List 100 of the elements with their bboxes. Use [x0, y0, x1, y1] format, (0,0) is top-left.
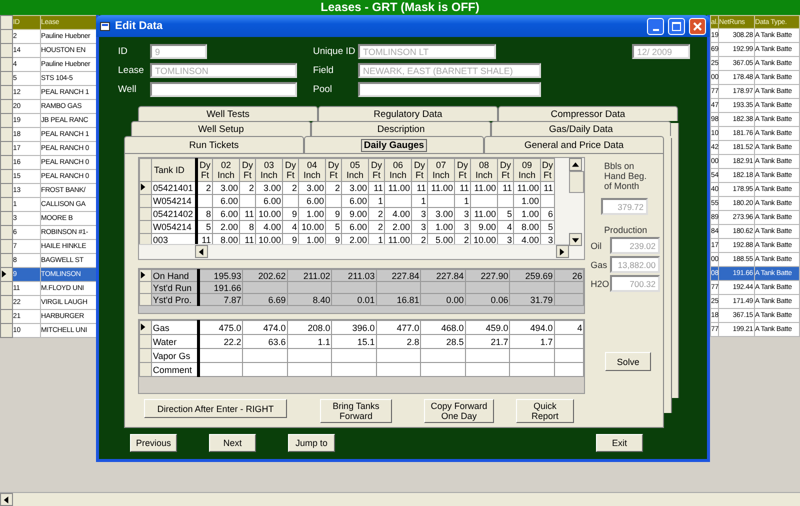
- table-cell[interactable]: 16.81: [376, 294, 421, 306]
- tab[interactable]: Well Tests: [138, 106, 318, 121]
- table-cell[interactable]: [332, 282, 376, 294]
- table-cell[interactable]: 21.7: [465, 334, 510, 348]
- minimize-button[interactable]: [647, 18, 664, 34]
- table-cell[interactable]: 474.0: [242, 320, 288, 334]
- table-cell[interactable]: [242, 282, 288, 294]
- close-button[interactable]: [689, 18, 706, 34]
- table-cell[interactable]: [420, 348, 466, 362]
- table-cell[interactable]: 31.79: [510, 294, 554, 306]
- table-cell[interactable]: 63.6: [242, 334, 288, 348]
- tab[interactable]: Gas/Daily Data: [491, 121, 671, 136]
- action-button[interactable]: Bring Tanks Forward: [320, 399, 392, 423]
- table-cell[interactable]: 8.40: [287, 294, 332, 306]
- row-selector[interactable]: [140, 320, 152, 334]
- table-cell[interactable]: [465, 348, 510, 362]
- scroll-thumb[interactable]: [569, 171, 584, 193]
- scroll-left-button[interactable]: [0, 493, 13, 506]
- table-cell[interactable]: 28.5: [420, 334, 466, 348]
- row-selector[interactable]: [0, 268, 12, 282]
- action-button[interactable]: Direction After Enter - RIGHT: [144, 399, 287, 418]
- table-cell[interactable]: 1.7: [510, 334, 554, 348]
- table-cell[interactable]: 05421402: [152, 208, 196, 220]
- row-selector[interactable]: [140, 270, 152, 282]
- table-cell[interactable]: [510, 362, 554, 376]
- table-cell[interactable]: [465, 362, 510, 376]
- table-cell[interactable]: [242, 362, 288, 376]
- table-cell[interactable]: [420, 282, 466, 294]
- table-cell[interactable]: W054214: [152, 220, 196, 234]
- tab[interactable]: Run Tickets: [124, 136, 304, 153]
- table-cell[interactable]: [332, 348, 376, 362]
- nav-button[interactable]: Jump to: [288, 434, 335, 452]
- table-cell[interactable]: 0.01: [332, 294, 376, 306]
- action-button[interactable]: Quick Report: [516, 399, 574, 423]
- table-cell[interactable]: 211.02: [287, 270, 332, 282]
- table-cell[interactable]: [287, 282, 332, 294]
- table-cell[interactable]: [510, 348, 554, 362]
- table-cell[interactable]: On Hand: [151, 270, 198, 282]
- table-cell[interactable]: 05421401: [152, 182, 196, 194]
- action-button[interactable]: Copy Forward One Day: [424, 399, 494, 423]
- scroll-right-button[interactable]: [556, 245, 570, 258]
- table-cell[interactable]: 0.06: [465, 294, 510, 306]
- table-cell[interactable]: 227.84: [420, 270, 466, 282]
- table-cell[interactable]: Comment: [151, 362, 198, 376]
- table-cell[interactable]: W054214: [152, 194, 196, 208]
- table-cell[interactable]: Vapor Gs: [151, 348, 198, 362]
- row-selector[interactable]: [140, 182, 152, 194]
- table-cell[interactable]: 6.69: [242, 294, 288, 306]
- table-cell[interactable]: 211.03: [332, 270, 376, 282]
- table-cell[interactable]: [376, 362, 421, 376]
- tab[interactable]: General and Price Data: [484, 136, 664, 153]
- table-cell[interactable]: 202.62: [242, 270, 288, 282]
- input-field[interactable]: [358, 82, 541, 97]
- table-cell[interactable]: 259.69: [510, 270, 554, 282]
- table-cell[interactable]: 477.0: [376, 320, 421, 334]
- table-cell[interactable]: 475.0: [198, 320, 243, 334]
- exit-button[interactable]: Exit: [596, 434, 643, 452]
- table-cell[interactable]: 2.8: [376, 334, 421, 348]
- table-cell[interactable]: 396.0: [332, 320, 376, 334]
- tab[interactable]: Description: [311, 121, 491, 136]
- solve-button[interactable]: Solve: [605, 352, 652, 371]
- table-cell[interactable]: Yst'd Run: [151, 282, 198, 294]
- table-cell[interactable]: 26: [554, 270, 584, 282]
- tab[interactable]: Regulatory Data: [318, 106, 498, 121]
- table-cell[interactable]: 494.0: [510, 320, 554, 334]
- table-cell[interactable]: 227.90: [465, 270, 510, 282]
- table-cell[interactable]: 0.00: [420, 294, 466, 306]
- tab[interactable]: Daily Gauges: [304, 136, 484, 153]
- nav-button[interactable]: Previous: [130, 434, 177, 452]
- table-cell[interactable]: 15.1: [332, 334, 376, 348]
- table-cell[interactable]: [420, 362, 466, 376]
- table-cell[interactable]: 459.0: [465, 320, 510, 334]
- table-cell[interactable]: 195.93: [198, 270, 243, 282]
- vertical-scrollbar[interactable]: [569, 158, 584, 246]
- scroll-left-button[interactable]: [195, 245, 208, 258]
- horizontal-scrollbar[interactable]: [0, 492, 800, 506]
- table-cell[interactable]: [554, 334, 584, 348]
- table-cell[interactable]: [554, 362, 584, 376]
- table-cell[interactable]: Water: [151, 334, 198, 348]
- table-cell[interactable]: [376, 282, 421, 294]
- table-cell[interactable]: Gas: [151, 320, 198, 334]
- tab[interactable]: Compressor Data: [498, 106, 678, 121]
- horizontal-scrollbar[interactable]: [139, 244, 570, 259]
- nav-button[interactable]: Next: [209, 434, 256, 452]
- table-cell[interactable]: 227.84: [376, 270, 421, 282]
- table-cell[interactable]: 468.0: [420, 320, 466, 334]
- table-cell[interactable]: 1.1: [287, 334, 332, 348]
- table-cell[interactable]: Yst'd Pro.: [151, 294, 198, 306]
- table-cell[interactable]: [332, 362, 376, 376]
- tab[interactable]: Well Setup: [131, 121, 311, 136]
- table-cell[interactable]: [376, 348, 421, 362]
- input-field[interactable]: [150, 82, 297, 97]
- table-cell[interactable]: 4: [554, 320, 584, 334]
- table-cell[interactable]: [465, 282, 510, 294]
- table-cell[interactable]: [242, 348, 288, 362]
- table-cell[interactable]: [287, 362, 332, 376]
- scroll-up-button[interactable]: [569, 158, 582, 171]
- table-cell[interactable]: [287, 348, 332, 362]
- scroll-down-button[interactable]: [569, 233, 582, 246]
- table-cell[interactable]: [510, 282, 554, 294]
